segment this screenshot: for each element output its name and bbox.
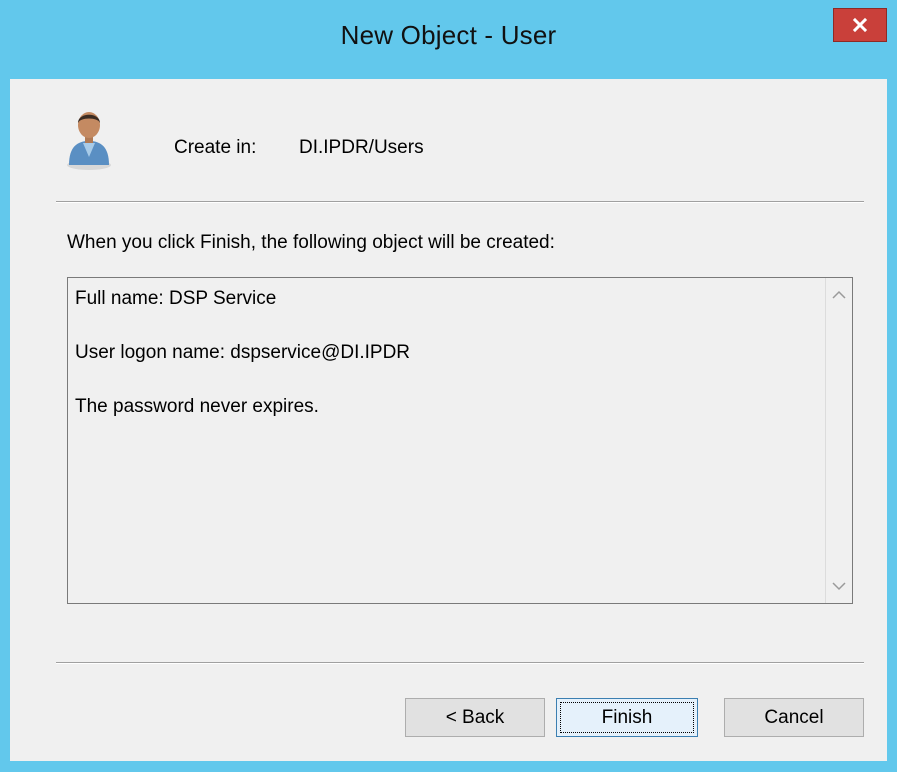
summary-full-name: Full name: DSP Service bbox=[75, 288, 277, 309]
scroll-up-button[interactable] bbox=[826, 282, 852, 308]
dialog-window: New Object - User Create in: DI.IPDR/Use… bbox=[0, 0, 897, 772]
chevron-up-icon bbox=[832, 290, 846, 299]
create-in-path: DI.IPDR/Users bbox=[299, 137, 424, 158]
cancel-button[interactable]: Cancel bbox=[724, 698, 864, 737]
intro-text: When you click Finish, the following obj… bbox=[67, 232, 555, 253]
back-button[interactable]: < Back bbox=[405, 698, 545, 737]
close-button[interactable] bbox=[833, 8, 887, 42]
summary-password-note: The password never expires. bbox=[75, 396, 319, 417]
close-icon bbox=[852, 17, 868, 33]
header-divider bbox=[56, 201, 864, 203]
window-title: New Object - User bbox=[340, 20, 557, 50]
footer-divider bbox=[56, 662, 864, 664]
title-bar[interactable]: New Object - User bbox=[0, 0, 897, 78]
dialog-content: Create in: DI.IPDR/Users When you click … bbox=[10, 79, 887, 761]
scroll-down-button[interactable] bbox=[826, 573, 852, 599]
summary-scrollbar[interactable] bbox=[825, 278, 852, 603]
focus-rectangle bbox=[560, 702, 694, 733]
chevron-down-icon bbox=[832, 582, 846, 591]
create-in-label: Create in: bbox=[174, 137, 257, 158]
summary-textbox[interactable]: Full name: DSP Service User logon name: … bbox=[67, 277, 853, 604]
finish-button[interactable]: Finish bbox=[556, 698, 698, 737]
summary-logon-name: User logon name: dspservice@DI.IPDR bbox=[75, 342, 411, 363]
user-icon bbox=[67, 112, 111, 170]
